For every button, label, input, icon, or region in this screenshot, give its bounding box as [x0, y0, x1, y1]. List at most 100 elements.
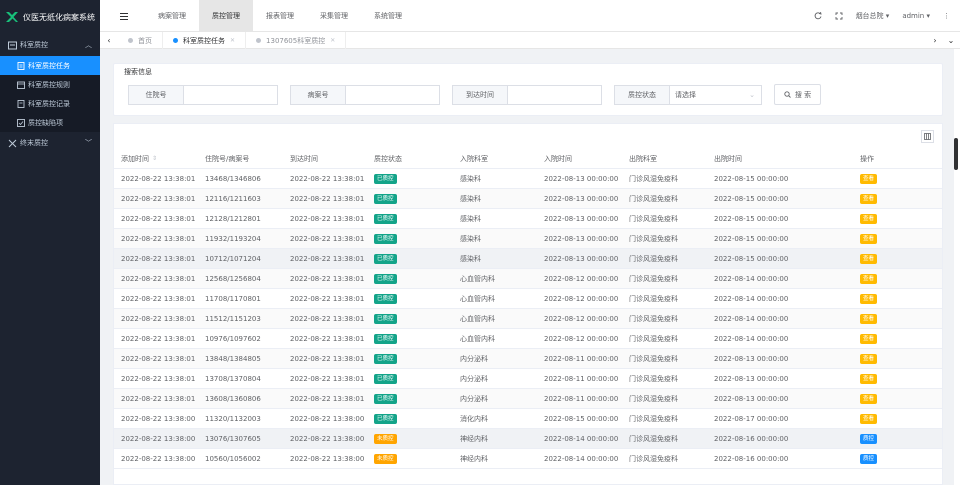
- view-button[interactable]: 查看: [860, 193, 878, 204]
- chevron-down-icon: ﹀: [85, 139, 92, 147]
- app-logo[interactable]: 仪医无纸化病案系统: [0, 0, 100, 34]
- table-row[interactable]: 2022-08-22 13:38:00 11320/1132003 2022-08-…: [114, 409, 942, 429]
- document-icon: [17, 61, 25, 70]
- table-cell: 内分泌科: [460, 354, 488, 363]
- table-row[interactable]: 2022-08-22 13:38:00 13076/1307605 2022-08-…: [114, 429, 942, 449]
- topnav-item-records[interactable]: 病案管理: [145, 0, 199, 32]
- close-icon[interactable]: ✕: [230, 37, 235, 44]
- sidebar-item-label: 科室质控规则: [28, 80, 70, 89]
- user-name: admin: [902, 12, 925, 20]
- table-cell: 13076/1307605: [205, 434, 261, 443]
- view-button[interactable]: 查看: [860, 173, 878, 184]
- columns-icon[interactable]: [921, 130, 934, 143]
- table-cell: 2022-08-22 13:38:01: [121, 274, 196, 283]
- page-scrollbar-thumb[interactable]: [954, 138, 958, 170]
- table-cell: 神经内科: [460, 434, 488, 443]
- tag-label: 1307605科室质控: [266, 36, 326, 45]
- table-row[interactable]: 2022-08-22 13:38:01 13708/1370804 2022-08-…: [114, 369, 942, 389]
- topnav-item-qc[interactable]: 质控管理: [199, 0, 253, 32]
- table-row[interactable]: 2022-08-22 13:38:00 10560/1056002 2022-08-…: [114, 449, 942, 469]
- table-cell: 质控: [853, 449, 942, 468]
- table-row[interactable]: 2022-08-22 13:38:01 11708/1170801 2022-08-…: [114, 289, 942, 309]
- record-no-input[interactable]: [346, 86, 439, 104]
- view-button[interactable]: 查看: [860, 213, 878, 224]
- tags-menu-icon[interactable]: ⌄: [944, 32, 958, 49]
- table-cell: 感染科: [460, 254, 481, 263]
- menu-group-final-qc[interactable]: 终末质控 ﹀: [0, 132, 100, 154]
- view-button[interactable]: 查看: [860, 233, 878, 244]
- close-icon[interactable]: ✕: [330, 37, 335, 44]
- view-button[interactable]: 查看: [860, 293, 878, 304]
- column-header-added-time[interactable]: 添加时间 ⇕: [114, 149, 198, 168]
- topnav-item-system[interactable]: 系统管理: [361, 0, 415, 32]
- table-cell: 已质控: [367, 329, 453, 348]
- hamburger-icon[interactable]: [120, 0, 128, 32]
- table-cell: 2022-08-22 13:38:00: [290, 414, 365, 423]
- view-button[interactable]: 查看: [860, 393, 878, 404]
- table-cell: 2022-08-22 13:38:01: [121, 194, 196, 203]
- table-row[interactable]: 2022-08-22 13:38:01 13468/1346806 2022-08-…: [114, 169, 942, 189]
- table-cell: 感染科: [460, 234, 481, 243]
- org-select[interactable]: 烟台总院 ▾: [856, 11, 890, 21]
- view-button[interactable]: 查看: [860, 413, 878, 424]
- table-row[interactable]: 2022-08-22 13:38:01 13848/1384805 2022-08-…: [114, 349, 942, 369]
- table-cell: 12116/1211603: [205, 194, 261, 203]
- view-button[interactable]: 查看: [860, 313, 878, 324]
- menu-group-label: 终末质控: [20, 139, 48, 147]
- table-row[interactable]: 2022-08-22 13:38:01 12128/1212801 2022-08-…: [114, 209, 942, 229]
- sidebar-item-qc-rules[interactable]: 科室质控规则: [0, 75, 100, 94]
- table-cell: 2022-08-13 00:00:00: [544, 214, 619, 223]
- qc-button[interactable]: 质控: [860, 433, 878, 444]
- table-row[interactable]: 2022-08-22 13:38:01 12116/1211603 2022-08-…: [114, 189, 942, 209]
- arrival-time-input[interactable]: [508, 86, 601, 104]
- table-row[interactable]: 2022-08-22 13:38:01 11932/1193204 2022-08-…: [114, 229, 942, 249]
- qc-status-select[interactable]: 请选择 ⌄: [670, 86, 761, 104]
- sidebar-item-label: 科室质控记录: [28, 99, 70, 108]
- view-button[interactable]: 查看: [860, 373, 878, 384]
- view-button[interactable]: 查看: [860, 333, 878, 344]
- menu-group-ward-qc[interactable]: 科室质控 ︿: [0, 34, 100, 56]
- table-row[interactable]: 2022-08-22 13:38:01 12568/1256804 2022-08-…: [114, 269, 942, 289]
- table-cell: 2022-08-15 00:00:00: [714, 234, 789, 243]
- search-button[interactable]: 搜 索: [774, 84, 821, 105]
- sidebar-item-qc-defects[interactable]: 质控缺陷项: [0, 113, 100, 132]
- scroll-right-icon[interactable]: ›: [928, 32, 942, 49]
- more-icon[interactable]: ⋮: [943, 12, 950, 20]
- table-row[interactable]: 2022-08-22 13:38:01 13608/1360806 2022-08-…: [114, 389, 942, 409]
- table-row[interactable]: 2022-08-22 13:38:01 10712/1071204 2022-08-…: [114, 249, 942, 269]
- sidebar-item-qc-records[interactable]: 科室质控记录: [0, 94, 100, 113]
- inpatient-no-input[interactable]: [184, 86, 277, 104]
- table-cell: 2022-08-22 13:38:01: [290, 274, 365, 283]
- record-no-field: 病案号: [290, 85, 440, 105]
- view-button[interactable]: 查看: [860, 253, 878, 264]
- column-header: 操作: [860, 154, 874, 163]
- table-row[interactable]: 2022-08-22 13:38:01 11512/1151203 2022-08-…: [114, 309, 942, 329]
- table-cell: 2022-08-22 13:38:01: [121, 334, 196, 343]
- top-navbar: 病案管理 质控管理 报表管理 采集管理 系统管理 烟台总院 ▾ admin ▾ …: [100, 0, 960, 32]
- qc-button[interactable]: 质控: [860, 453, 878, 464]
- table-cell: 已质控: [367, 389, 453, 408]
- sort-icon[interactable]: ⇕: [152, 155, 157, 162]
- column-header: 入院时间: [544, 154, 572, 163]
- scroll-left-icon[interactable]: ‹: [102, 32, 116, 49]
- user-menu[interactable]: admin ▾: [902, 12, 930, 20]
- table-cell: 2022-08-12 00:00:00: [544, 314, 619, 323]
- topnav-item-reports[interactable]: 报表管理: [253, 0, 307, 32]
- table-row[interactable]: 2022-08-22 13:38:01 10976/1097602 2022-08-…: [114, 329, 942, 349]
- fullscreen-icon[interactable]: [835, 12, 843, 20]
- status-badge: 已质控: [374, 233, 397, 244]
- table-cell: 2022-08-22 13:38:01: [121, 374, 196, 383]
- tag-dot: [256, 38, 262, 43]
- tag-qc-task[interactable]: 科室质控任务 ✕: [163, 32, 247, 49]
- refresh-icon[interactable]: [814, 12, 822, 20]
- sidebar-item-qc-task[interactable]: 科室质控任务: [0, 56, 100, 75]
- view-button[interactable]: 查看: [860, 353, 878, 364]
- tag-qc-detail[interactable]: 1307605科室质控 ✕: [246, 32, 347, 49]
- table-cell: 11932/1193204: [205, 234, 261, 243]
- table-cell: 门诊风湿免疫科: [629, 294, 678, 303]
- view-button[interactable]: 查看: [860, 273, 878, 284]
- table-cell: 门诊风湿免疫科: [629, 274, 678, 283]
- table-cell: 心血管内科: [460, 294, 495, 303]
- tag-home[interactable]: 首页: [118, 32, 163, 49]
- topnav-item-collection[interactable]: 采集管理: [307, 0, 361, 32]
